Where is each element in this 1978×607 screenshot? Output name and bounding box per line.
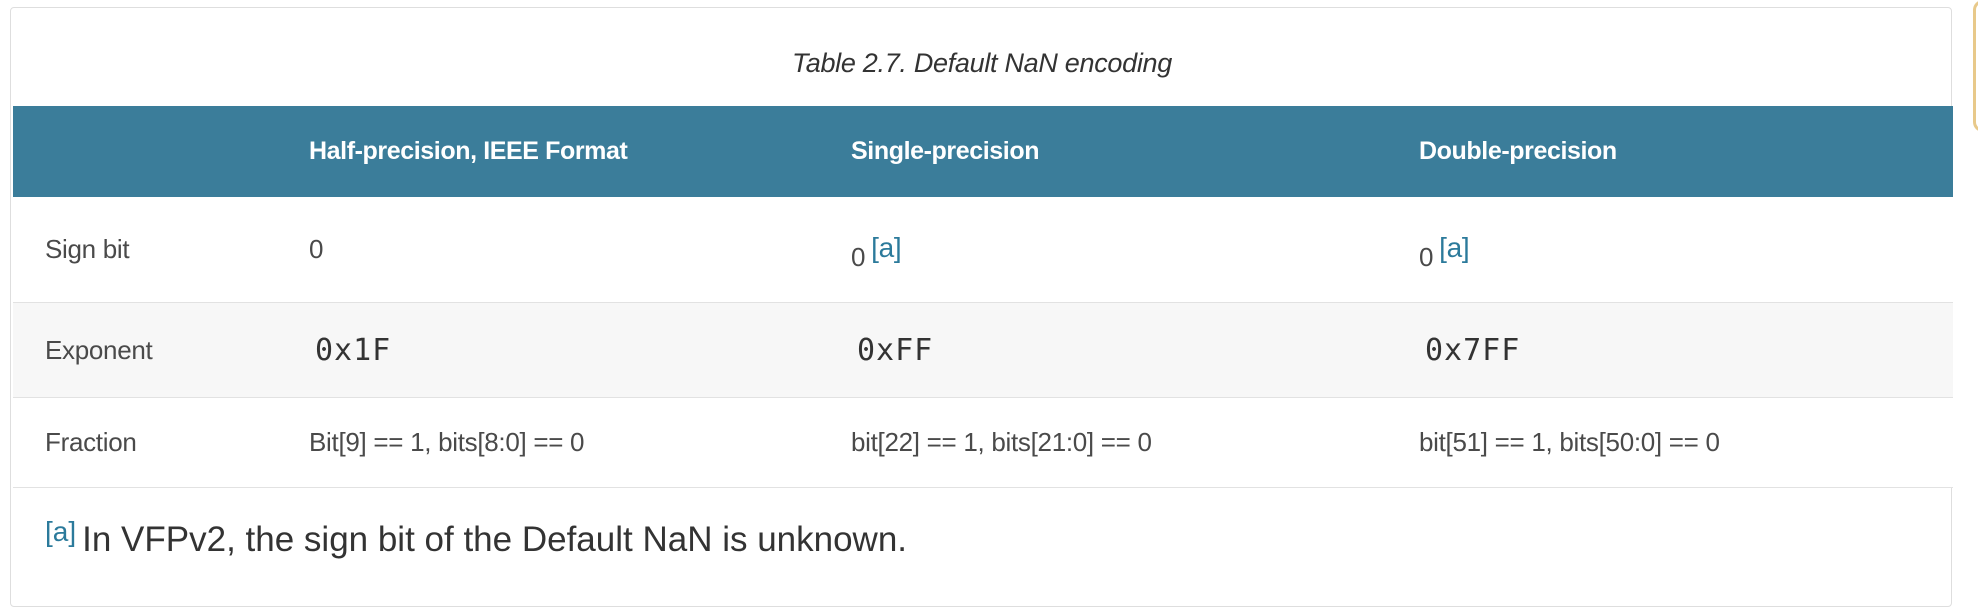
table-caption: Table 2.7. Default NaN encoding [792,48,1172,78]
row-label: Exponent [45,334,153,365]
cell-double: 0 [a] [1419,197,1470,302]
table-row-sign-bit: Sign bit 0 0 [a] 0 [a] [13,197,1953,303]
cell-value: 0 [1419,242,1434,272]
table-footnote: [a] In VFPv2, the sign bit of the Default… [45,516,908,560]
header-half-precision: Half-precision, IEEE Format [309,137,628,165]
cell-double: 0x7FF [1425,332,1521,368]
header-double-precision: Double-precision [1419,137,1617,165]
cell-half: Bit[9] == 1, bits[8:0] == 0 [309,427,585,457]
row-label: Sign bit [45,234,130,264]
table-container: Table 2.7. Default NaN encoding Half-pre… [10,7,1953,607]
table-header-row: Half-precision, IEEE Format Single-preci… [13,106,1953,197]
footnote-text: In VFPv2, the sign bit of the Default Na… [82,520,908,559]
footnote-ref-link[interactable]: [a] [1439,232,1470,264]
cell-value: 0 [851,242,866,272]
cell-double: bit[51] == 1, bits[50:0] == 0 [1419,427,1720,457]
cell-half: 0x1F [315,332,392,368]
table-row-exponent: Exponent 0x1F 0xFF 0x7FF [13,303,1953,398]
footnote-ref-link[interactable]: [a] [871,232,902,264]
cell-single: 0xFF [857,332,934,368]
side-panel-tab[interactable] [1973,0,1978,132]
cell-single: bit[22] == 1, bits[21:0] == 0 [851,427,1152,457]
cell-single: 0 [a] [851,197,902,302]
cell-value: 0 [309,234,324,264]
table-row-fraction: Fraction Bit[9] == 1, bits[8:0] == 0 bit… [13,398,1953,488]
footnote-marker-link[interactable]: [a] [45,516,76,547]
row-label: Fraction [45,427,137,457]
header-single-precision: Single-precision [851,137,1040,165]
cell-half: 0 [309,197,323,302]
